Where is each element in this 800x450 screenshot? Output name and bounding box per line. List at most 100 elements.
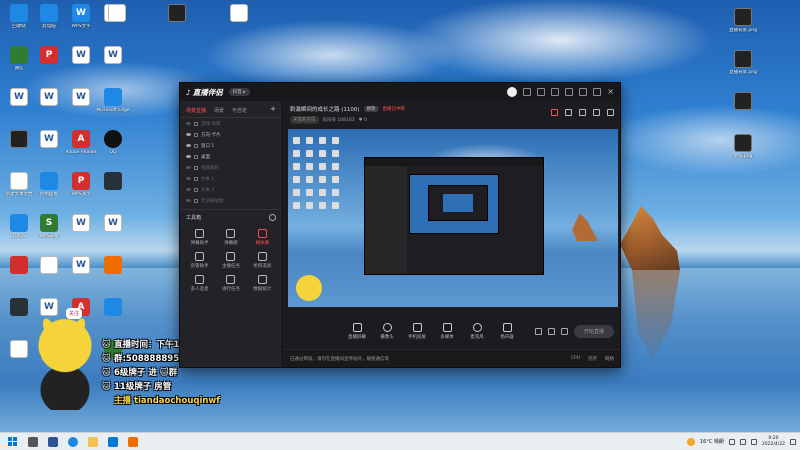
- widgets-icon[interactable]: [48, 436, 58, 447]
- tool-button[interactable]: 媒体库: [247, 229, 278, 246]
- source-control-button[interactable]: 麦克风: [462, 322, 492, 340]
- toolbox-more-icon[interactable]: [269, 214, 276, 221]
- desktop-icon[interactable]: W: [96, 46, 130, 66]
- lock-icon[interactable]: [194, 154, 198, 159]
- desktop-icon[interactable]: W: [64, 88, 98, 108]
- record-icon[interactable]: [547, 327, 555, 335]
- source-control-button[interactable]: 多媒体: [432, 322, 462, 340]
- lock-icon[interactable]: [194, 121, 198, 126]
- desktop-icon[interactable]: W: [32, 88, 66, 108]
- desktop-icon[interactable]: [32, 256, 66, 276]
- weather-text[interactable]: 16°C 晴朗: [700, 438, 724, 445]
- tab-1[interactable]: 场景: [214, 107, 224, 114]
- eye-icon[interactable]: [186, 166, 191, 169]
- source-control-button[interactable]: 手机投屏: [402, 322, 432, 340]
- notification-icon[interactable]: [790, 438, 796, 445]
- camera-settings-icon[interactable]: [534, 327, 542, 335]
- network-icon[interactable]: [739, 438, 746, 445]
- desktop-icon[interactable]: W WPS文字: [64, 4, 98, 29]
- tool-button[interactable]: 抢购道具: [247, 252, 278, 269]
- tool-button[interactable]: 弹幕助手: [184, 229, 215, 246]
- desktop-icon[interactable]: 直播背景.png: [726, 8, 760, 33]
- desktop-icon[interactable]: [96, 256, 130, 276]
- app-taskbar-icon[interactable]: [128, 436, 138, 447]
- desktop-icon[interactable]: W: [2, 88, 36, 108]
- live-companion-window[interactable]: ♪ 直播伴侣 抖音 ▸ × 场景直播 场景 可自定 + 游戏 场景 方向-卡片 窗口 1 桌面…: [179, 82, 621, 368]
- lock-icon[interactable]: [194, 143, 198, 148]
- desktop-icon[interactable]: 此电脑: [32, 4, 66, 29]
- platform-badge[interactable]: 抖音 ▸: [228, 88, 250, 96]
- desktop-icon[interactable]: W: [32, 130, 66, 150]
- message-icon[interactable]: [523, 88, 532, 96]
- maximize-icon[interactable]: [593, 88, 602, 96]
- weather-icon[interactable]: [686, 437, 695, 446]
- volume-icon[interactable]: [750, 438, 757, 445]
- eye-icon[interactable]: [186, 133, 191, 136]
- edge-icon[interactable]: [68, 436, 78, 447]
- desktop-icon[interactable]: [2, 298, 36, 318]
- desktop-icon[interactable]: [2, 130, 36, 150]
- app-titlebar[interactable]: ♪ 直播伴侣 抖音 ▸ ×: [180, 83, 620, 101]
- desktop-icon[interactable]: 控制面板: [32, 172, 66, 197]
- source-control-button[interactable]: 直播屏幕: [342, 322, 372, 340]
- desktop-icon[interactable]: W: [64, 214, 98, 234]
- layer-item[interactable]: 视频捕获: [180, 162, 282, 173]
- lock-icon[interactable]: [194, 198, 198, 203]
- desktop-icon[interactable]: [2, 256, 36, 276]
- layer-item[interactable]: 桌面: [180, 151, 282, 162]
- layer-item[interactable]: 无法播放图: [180, 195, 282, 206]
- settings-icon[interactable]: [551, 88, 560, 96]
- desktop-icon[interactable]: 10619: [2, 214, 36, 239]
- landscape-icon[interactable]: [565, 109, 572, 116]
- portrait-icon[interactable]: [579, 109, 586, 116]
- source-control-button[interactable]: 摄像头: [372, 322, 402, 340]
- desktop-icon[interactable]: [100, 4, 134, 24]
- desktop-icon[interactable]: W: [32, 298, 66, 318]
- desktop-icon[interactable]: 微信: [2, 46, 36, 71]
- tool-button[interactable]: 房管助手: [184, 252, 215, 269]
- tab-0[interactable]: 场景直播: [186, 107, 206, 114]
- start-live-button[interactable]: 开始直播: [573, 324, 614, 338]
- start-button[interactable]: [8, 437, 17, 446]
- close-icon[interactable]: ×: [607, 88, 614, 96]
- desktop-icon[interactable]: 壁纸.png: [726, 134, 760, 159]
- desktop-icon[interactable]: P WPS演示: [64, 172, 98, 197]
- add-scene-icon[interactable]: +: [270, 106, 276, 114]
- stream-preview[interactable]: [288, 129, 618, 307]
- file-explorer-icon[interactable]: [88, 436, 98, 447]
- tool-button[interactable]: 进行任务: [215, 275, 246, 292]
- gear-icon[interactable]: [560, 327, 568, 335]
- desktop-icon[interactable]: 新建文本文档: [2, 172, 36, 197]
- layer-item[interactable]: 游戏 场景: [180, 118, 282, 129]
- layer-item[interactable]: 窗口 1: [180, 140, 282, 151]
- desktop-icon[interactable]: A Adobe Reader: [64, 130, 98, 155]
- desktop-icon[interactable]: 回收站: [2, 4, 36, 29]
- share-icon[interactable]: [607, 109, 614, 116]
- desktop-icon[interactable]: W: [64, 46, 98, 66]
- eye-icon[interactable]: [186, 155, 191, 158]
- chevron-up-icon[interactable]: [728, 438, 735, 445]
- clock[interactable]: 9:20 2022/4/22: [762, 436, 785, 448]
- desktop-icon[interactable]: W: [96, 214, 130, 234]
- layer-item[interactable]: 文本 1: [180, 173, 282, 184]
- eye-icon[interactable]: [186, 122, 191, 125]
- tool-button[interactable]: 弹幕姬: [215, 229, 246, 246]
- desktop-icon[interactable]: [222, 4, 256, 24]
- screen-icon[interactable]: [537, 88, 546, 96]
- room-category[interactable]: 天堂的方向: [290, 116, 319, 124]
- menu-icon[interactable]: [565, 88, 574, 96]
- lock-icon[interactable]: [194, 176, 198, 181]
- eye-icon[interactable]: [186, 177, 191, 180]
- lock-icon[interactable]: [194, 187, 198, 192]
- tab-2[interactable]: 可自定: [232, 107, 247, 114]
- source-control-button[interactable]: 扬声器: [492, 322, 522, 340]
- desktop-icon[interactable]: QQ: [96, 130, 130, 155]
- desktop-icon[interactable]: [96, 172, 130, 192]
- lock-icon[interactable]: [194, 165, 198, 170]
- desktop-icon[interactable]: Microsoft Edge: [96, 88, 130, 113]
- desktop-icon[interactable]: [160, 4, 194, 24]
- minimize-icon[interactable]: [579, 88, 588, 96]
- tool-button[interactable]: 多人连麦: [184, 275, 215, 292]
- layer-item[interactable]: 方向-卡片: [180, 129, 282, 140]
- desktop-icon[interactable]: [726, 92, 760, 112]
